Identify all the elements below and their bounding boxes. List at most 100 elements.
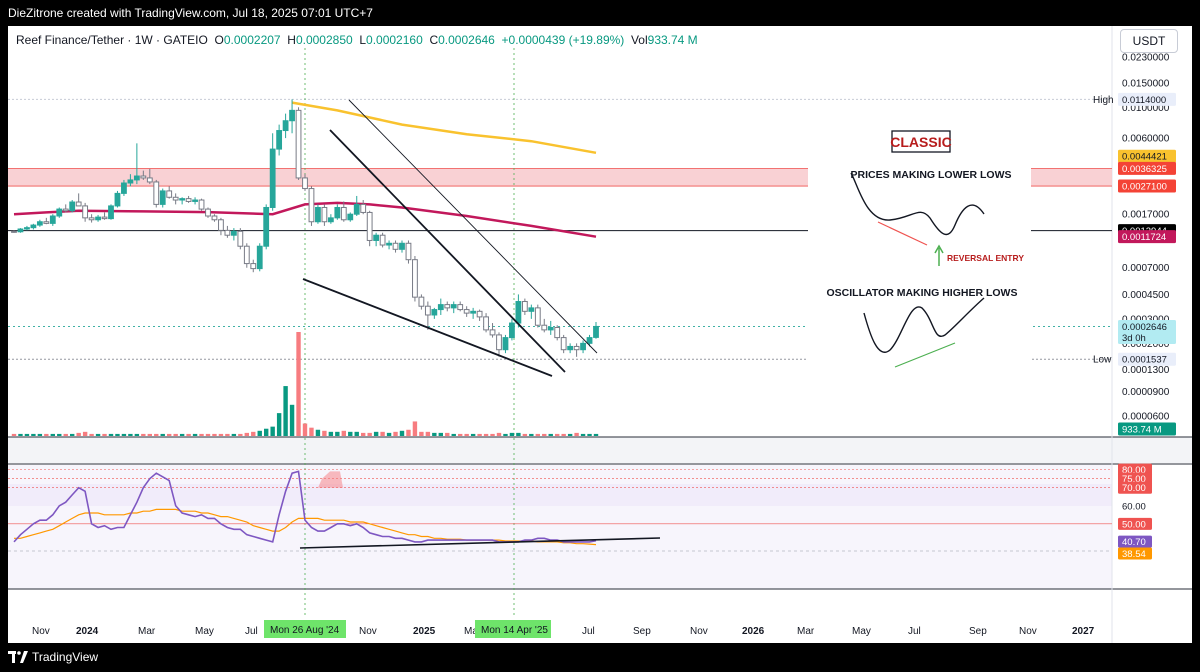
candle-body xyxy=(476,310,483,318)
price-tag-low: 0.0001537 xyxy=(1122,355,1167,366)
fast-moving-average-line xyxy=(291,101,597,155)
candle-body xyxy=(334,206,341,219)
candle-body xyxy=(218,219,224,231)
volume-bar xyxy=(509,432,515,436)
candle-body xyxy=(547,327,554,331)
candle-body xyxy=(95,216,101,221)
legend-c-label: C xyxy=(429,33,439,47)
candle-body xyxy=(567,345,574,351)
chart-svg[interactable]: 0.02300000.01500000.01000000.00600000.00… xyxy=(0,0,1200,672)
candle-body xyxy=(541,324,548,331)
volume-bar xyxy=(490,433,495,436)
volume-bar xyxy=(574,432,579,436)
candle-body xyxy=(146,177,153,183)
candle-body xyxy=(75,201,82,207)
volume-bar xyxy=(367,432,372,436)
legend-change: +0.0000439 (+19.89%) xyxy=(501,33,631,47)
candle-body xyxy=(560,337,567,351)
volume-bar xyxy=(406,429,411,436)
candle-body xyxy=(276,130,283,150)
volume-bar xyxy=(63,433,68,436)
time-axis-label: Mar xyxy=(797,626,815,637)
candle-body xyxy=(88,217,95,221)
candle-body xyxy=(489,329,496,336)
symbol-legend: Reef Finance/Tether · 1W · GATEIO O0.000… xyxy=(16,33,698,47)
volume-bar xyxy=(18,433,23,436)
time-axis-label: Sep xyxy=(969,626,987,637)
candle-body xyxy=(62,208,69,212)
currency-button[interactable]: USDT xyxy=(1120,29,1178,53)
price-axis-tick: 0.0004500 xyxy=(1122,290,1170,301)
price-tag-vol: 933.74 M xyxy=(1122,425,1162,436)
candle-body xyxy=(282,120,289,132)
time-axis-label: May xyxy=(195,626,214,637)
candle-body xyxy=(230,230,237,236)
candle-body xyxy=(69,201,76,212)
candle-body xyxy=(30,224,37,229)
volume-bar xyxy=(173,433,178,436)
candle-body xyxy=(353,203,360,215)
time-axis-label: Jul xyxy=(582,626,595,637)
volume-bar xyxy=(535,433,540,436)
volume-bar xyxy=(160,433,165,436)
candle-body xyxy=(185,198,192,202)
price-axis-tick: 0.0150000 xyxy=(1122,78,1170,89)
volume-bar xyxy=(289,404,295,436)
candle-body xyxy=(379,234,386,246)
candle-body xyxy=(101,216,108,220)
candle-body xyxy=(327,217,334,223)
volume-bar xyxy=(82,431,88,436)
candle-body xyxy=(108,205,114,220)
candle-body xyxy=(437,304,444,311)
candle-body xyxy=(133,175,140,181)
volume-bar xyxy=(179,433,185,436)
legend-h-value: 0.0002850 xyxy=(295,33,360,47)
volume-bar xyxy=(115,433,120,436)
volume-bar xyxy=(121,433,127,436)
volume-bar xyxy=(587,433,592,436)
candle-body xyxy=(205,208,211,217)
candle-body xyxy=(289,109,295,122)
time-axis-label: Nov xyxy=(1019,626,1037,637)
candle-body xyxy=(593,325,599,338)
volume-bar xyxy=(503,433,508,436)
candle-body xyxy=(586,337,593,344)
volume-bar xyxy=(225,433,230,436)
volume-bar xyxy=(186,433,191,436)
volume-bar xyxy=(141,433,146,436)
volume-bar xyxy=(44,433,49,436)
volume-bar xyxy=(458,433,463,436)
volume-bar xyxy=(555,433,560,436)
volume-bar xyxy=(393,431,398,436)
tradingview-logo-icon xyxy=(8,651,28,663)
candle-body xyxy=(159,190,166,205)
legend-c-value: 0.0002646 xyxy=(438,33,502,47)
volume-bar xyxy=(580,433,586,436)
candle-body xyxy=(211,215,218,221)
time-highlight-label-1: Mon 26 Aug '24 xyxy=(270,625,340,636)
price-axis-tick: 0.0060000 xyxy=(1122,134,1170,145)
volume-bar xyxy=(192,433,198,436)
candle-body xyxy=(243,245,250,265)
volume-bar xyxy=(128,433,133,436)
volume-bar xyxy=(102,433,107,436)
volume-bar xyxy=(276,413,282,436)
classic-title: CLASSIC xyxy=(890,134,951,150)
volume-bar xyxy=(445,432,450,436)
volume-bar xyxy=(464,433,469,436)
volume-bar xyxy=(24,433,30,436)
volume-bar xyxy=(322,430,327,436)
legend-l-value: 0.0002160 xyxy=(366,33,430,47)
candle-body xyxy=(463,309,470,314)
time-axis-label: Mar xyxy=(138,626,156,637)
volume-bar xyxy=(147,433,152,436)
time-axis-label: Nov xyxy=(359,626,377,637)
legend-h-label: H xyxy=(287,33,296,47)
candle-body xyxy=(347,213,354,221)
time-axis-label: Jul xyxy=(908,626,921,637)
candle-body xyxy=(308,188,315,223)
price-axis-tick: 0.0000600 xyxy=(1122,412,1170,423)
legend-vol-label: Vol xyxy=(630,33,648,47)
candle-body xyxy=(392,242,399,250)
legend-vol-value: 933.74 M xyxy=(647,33,698,47)
